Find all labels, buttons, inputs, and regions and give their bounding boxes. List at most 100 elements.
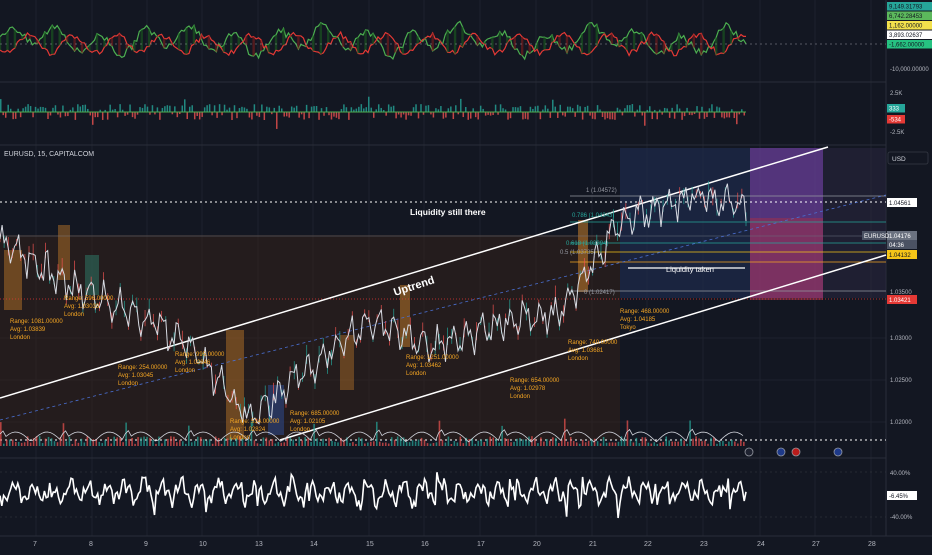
osc2-bar (696, 106, 698, 112)
flag-eu-icon[interactable] (833, 447, 843, 457)
osc2-bar (196, 112, 198, 116)
osc2-bar (721, 112, 723, 118)
volume-bar (495, 438, 497, 446)
osc2-bar (231, 112, 233, 120)
time-tick-label: 15 (366, 541, 374, 548)
volume-bar (671, 441, 673, 446)
osc2-bar (432, 112, 435, 118)
osc2-bar (455, 105, 457, 112)
flag-us-icon[interactable] (791, 447, 801, 457)
osc2-bar (539, 112, 542, 120)
session-range-label: Range: 685.00000 (290, 411, 340, 417)
volume-bar (274, 443, 277, 446)
osc2-bar (385, 112, 387, 116)
volume-bar (740, 439, 742, 446)
volume-bar (656, 443, 659, 446)
volume-bar (399, 437, 402, 446)
volume-bar (313, 423, 315, 446)
volume-bar (268, 440, 271, 446)
osc2-bar (74, 112, 77, 120)
volume-bar (525, 439, 527, 446)
osc2-bar (363, 108, 365, 112)
osc2-bar (537, 105, 539, 112)
osc2-bar (701, 106, 703, 112)
volume-bar (375, 421, 378, 446)
volume-bar (381, 442, 384, 446)
osc2-bar (89, 112, 92, 116)
flag-eu-icon[interactable] (776, 447, 786, 457)
volume-bar (71, 443, 74, 446)
volume-bar (549, 440, 551, 446)
volume-bar (283, 442, 286, 446)
volume-bar (432, 442, 435, 446)
volume-bar (289, 437, 292, 446)
volume-bar (644, 437, 647, 446)
osc2-bar (412, 107, 415, 112)
osc2-bar (77, 104, 79, 112)
volume-bar (477, 440, 480, 446)
osc2-bar (484, 112, 487, 116)
volume-bar (641, 437, 644, 446)
volume-bar (599, 443, 602, 446)
osc2-bar (101, 112, 104, 120)
osc2-bar (716, 106, 718, 112)
volume-bar (411, 440, 414, 446)
symbol-title[interactable]: EURUSD, 15, CAPITALCOM (4, 151, 94, 158)
volume-bar (632, 442, 635, 446)
volume-bar (116, 437, 118, 446)
volume-bar (387, 443, 390, 446)
osc2-bar (343, 104, 345, 112)
osc2-bar (561, 112, 564, 116)
volume-bar (20, 442, 23, 446)
session-range-label: Range: 254.00000 (118, 365, 168, 371)
volume-bar (182, 441, 184, 446)
osc2-bar (164, 106, 166, 112)
session-avg-label: Avg: 1.04185 (620, 317, 656, 323)
osc2-bar (666, 108, 668, 112)
osc2-bar (564, 112, 566, 117)
volume-bar (716, 443, 718, 446)
volume-bar (722, 440, 724, 446)
osc2-bar (534, 106, 537, 112)
osc2-bar (241, 106, 243, 112)
fib-label: 0 (1.02417) (584, 290, 615, 296)
osc2-bar (290, 106, 293, 112)
osc2-bar (280, 108, 283, 112)
osc2-bar (405, 112, 407, 120)
osc2-bar (191, 105, 193, 112)
osc2-bar (571, 108, 574, 112)
volume-bar (438, 420, 441, 446)
volume-bar (262, 437, 265, 446)
volume-bar (728, 441, 730, 446)
volume-bar (304, 437, 306, 446)
volume-bar (232, 441, 235, 446)
session-name-label: London (290, 427, 310, 433)
time-tick-label: 13 (255, 541, 263, 548)
volume-bar (155, 443, 157, 446)
chart-canvas[interactable]: Uptrend Liquidity still there Liquidity … (0, 0, 932, 550)
osc2-bar (355, 108, 358, 112)
volume-bar (164, 439, 166, 446)
volume-bar (396, 436, 399, 446)
osc2-bar (616, 107, 619, 112)
osc2-bar (320, 108, 323, 112)
volume-bar (459, 436, 462, 446)
osc2-bar (683, 112, 686, 117)
volume-bar (492, 437, 494, 446)
osc2-bar (29, 106, 32, 112)
event-icon[interactable] (744, 447, 754, 457)
volume-bar (367, 442, 369, 446)
osc2-bar (395, 112, 397, 119)
volume-bar (161, 443, 163, 446)
osc2-bar (663, 107, 666, 112)
volume-bar (507, 438, 509, 446)
osc2-bar (79, 106, 82, 112)
osc2-bar (151, 105, 154, 112)
volume-bar (569, 437, 572, 446)
osc2-bar (266, 106, 268, 112)
time-tick-label: 27 (812, 541, 820, 548)
volume-bar (686, 443, 688, 446)
volume-bar (107, 436, 110, 446)
osc2-bar (37, 108, 39, 112)
session-name-label: Tokyo (620, 325, 636, 331)
